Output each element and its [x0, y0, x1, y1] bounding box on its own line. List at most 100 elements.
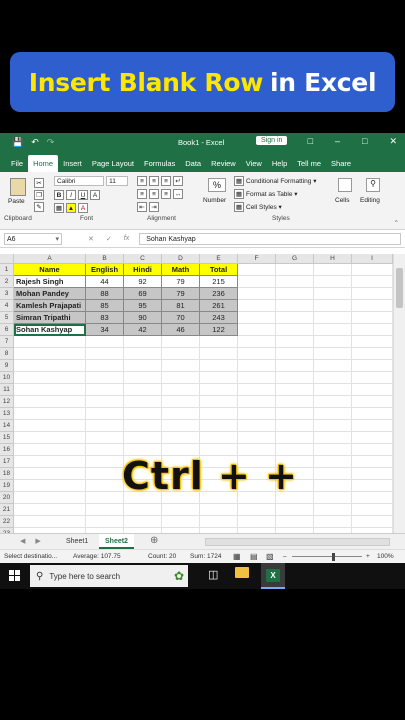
cell[interactable]	[314, 480, 352, 492]
select-all-corner[interactable]	[0, 254, 14, 264]
close-icon[interactable]: ✕	[389, 136, 397, 147]
cell[interactable]	[14, 456, 86, 468]
fx-icon[interactable]: fx	[124, 235, 129, 243]
windows-start-icon[interactable]	[9, 570, 20, 581]
tab-file[interactable]: File	[6, 159, 28, 172]
column-header-g[interactable]: G	[276, 254, 314, 264]
cell[interactable]	[352, 360, 393, 372]
zoom-out-icon[interactable]: –	[283, 550, 287, 563]
tab-page-layout[interactable]: Page Layout	[87, 159, 139, 172]
column-header-h[interactable]: H	[314, 254, 352, 264]
cell[interactable]	[86, 516, 124, 528]
cell[interactable]	[200, 360, 238, 372]
cell-styles-button[interactable]: Cell Styles	[246, 204, 277, 211]
cell[interactable]	[276, 516, 314, 528]
row-header-4[interactable]: 4	[0, 300, 14, 312]
copy-icon[interactable]: ❐	[34, 190, 44, 200]
score-cell[interactable]: 85	[86, 300, 124, 312]
tab-insert[interactable]: Insert	[58, 159, 87, 172]
signin-button[interactable]: Sign in	[256, 136, 288, 145]
cell[interactable]	[162, 504, 200, 516]
sheet-tab-sheet2[interactable]: Sheet2	[99, 534, 134, 549]
cell[interactable]	[352, 336, 393, 348]
cell[interactable]	[314, 408, 352, 420]
row-header-7[interactable]: 7	[0, 336, 14, 348]
cell[interactable]	[200, 420, 238, 432]
name-cell[interactable]: Simran Tripathi	[14, 312, 86, 324]
cell[interactable]	[238, 384, 276, 396]
percent-icon[interactable]: %	[208, 178, 226, 192]
score-cell[interactable]: 83	[86, 312, 124, 324]
cell[interactable]	[276, 360, 314, 372]
cell[interactable]	[14, 336, 86, 348]
cell[interactable]	[86, 456, 124, 468]
share-button[interactable]: Share	[326, 159, 356, 172]
column-header-a[interactable]: A	[14, 254, 86, 264]
cell[interactable]	[124, 396, 162, 408]
score-cell[interactable]: 44	[86, 276, 124, 288]
cell[interactable]	[314, 432, 352, 444]
cell[interactable]	[276, 420, 314, 432]
column-header-i[interactable]: I	[352, 254, 393, 264]
cell[interactable]	[352, 468, 393, 480]
score-cell[interactable]: 34	[86, 324, 124, 336]
score-cell[interactable]: 90	[124, 312, 162, 324]
row-header-16[interactable]: 16	[0, 444, 14, 456]
column-header-d[interactable]: D	[162, 254, 200, 264]
tab-home[interactable]: Home	[28, 155, 59, 172]
sheet-tab-sheet1[interactable]: Sheet1	[60, 534, 94, 549]
undo-icon[interactable]: ↶	[31, 137, 39, 148]
cell[interactable]	[124, 384, 162, 396]
row-header-3[interactable]: 3	[0, 288, 14, 300]
cell[interactable]	[314, 312, 352, 324]
cell[interactable]	[352, 432, 393, 444]
score-cell[interactable]: 79	[162, 288, 200, 300]
cell[interactable]	[124, 420, 162, 432]
cell[interactable]	[86, 360, 124, 372]
cell[interactable]	[276, 264, 314, 276]
merge-icon[interactable]: ↔	[173, 189, 183, 200]
align-bottom-icon[interactable]: ≡	[161, 176, 171, 187]
cell[interactable]	[352, 480, 393, 492]
collapse-ribbon-icon[interactable]: ⌃	[394, 219, 399, 227]
cell[interactable]	[352, 300, 393, 312]
header-cell[interactable]: Hindi	[124, 264, 162, 276]
cell[interactable]	[86, 348, 124, 360]
borders-icon[interactable]: ▦	[54, 203, 64, 214]
cell[interactable]	[124, 432, 162, 444]
cell[interactable]	[314, 444, 352, 456]
cell[interactable]	[200, 372, 238, 384]
redo-icon[interactable]: ↷	[47, 137, 55, 148]
cell[interactable]	[162, 408, 200, 420]
cell[interactable]	[238, 408, 276, 420]
cell[interactable]	[352, 384, 393, 396]
cell[interactable]	[314, 516, 352, 528]
scroll-thumb[interactable]	[396, 268, 403, 308]
row-header-11[interactable]: 11	[0, 384, 14, 396]
cell[interactable]	[86, 408, 124, 420]
cells-icon[interactable]	[338, 178, 352, 192]
tab-help[interactable]: Help	[267, 159, 292, 172]
cell[interactable]	[124, 336, 162, 348]
name-cell[interactable]: Mohan Pandey	[14, 288, 86, 300]
normal-view-icon[interactable]: ▦	[233, 550, 241, 563]
cell[interactable]	[162, 516, 200, 528]
sheet-nav-arrows[interactable]: ◀▶	[20, 537, 51, 545]
score-cell[interactable]: 79	[162, 276, 200, 288]
cell[interactable]	[276, 504, 314, 516]
row-header-14[interactable]: 14	[0, 420, 14, 432]
cell[interactable]	[14, 360, 86, 372]
row-header-12[interactable]: 12	[0, 396, 14, 408]
font-name-select[interactable]: Calibri	[54, 176, 104, 186]
taskbar-search[interactable]: ⚲ Type here to search ✿	[30, 565, 188, 587]
cell[interactable]	[352, 324, 393, 336]
formula-input[interactable]: Sohan Kashyap	[139, 232, 401, 245]
cell[interactable]	[238, 360, 276, 372]
score-cell[interactable]: 261	[200, 300, 238, 312]
file-explorer-icon[interactable]	[235, 567, 249, 578]
cell[interactable]	[200, 384, 238, 396]
cell[interactable]	[200, 336, 238, 348]
cell[interactable]	[124, 372, 162, 384]
cell[interactable]	[238, 264, 276, 276]
zoom-in-icon[interactable]: +	[366, 550, 370, 563]
